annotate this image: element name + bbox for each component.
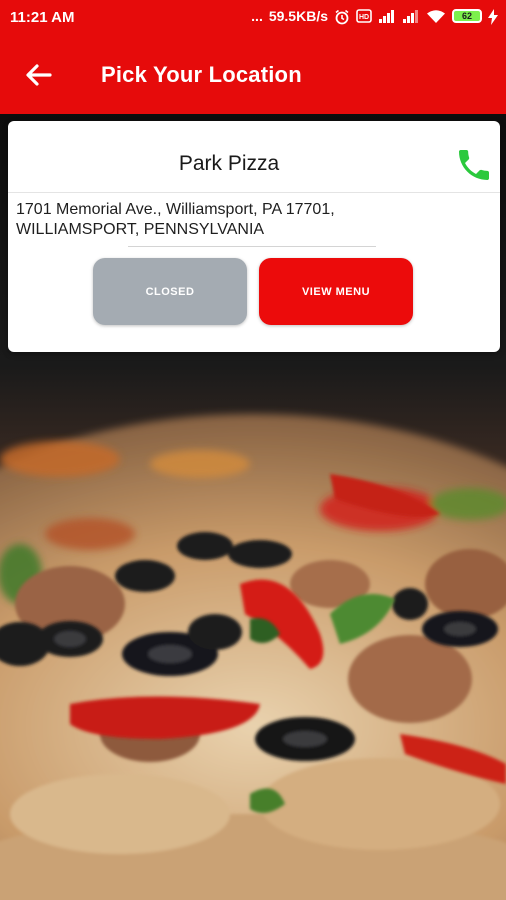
svg-text:HD: HD: [359, 14, 369, 21]
divider: [128, 246, 376, 247]
wifi-icon: [426, 9, 446, 23]
battery-icon: 62: [452, 9, 482, 23]
app-bar: Pick Your Location: [0, 36, 506, 114]
battery-level: 62: [461, 11, 472, 21]
page-title: Pick Your Location: [101, 62, 302, 87]
back-button[interactable]: [22, 58, 56, 92]
address-line-1: 1701 Memorial Ave., Williamsport, PA 177…: [16, 201, 335, 218]
network-speed: 59.5KB/s: [268, 8, 328, 24]
status-icons: ... 59.5KB/s HD 62: [251, 8, 498, 25]
store-address: 1701 Memorial Ave., Williamsport, PA 177…: [16, 200, 486, 240]
address-line-2: WILLIAMSPORT, PENNSYLVANIA: [16, 221, 265, 238]
store-name: Park Pizza: [178, 152, 280, 175]
view-menu-button[interactable]: VIEW MENU: [259, 258, 413, 325]
closed-button[interactable]: CLOSED: [93, 258, 247, 325]
arrow-left-icon: [22, 64, 56, 96]
signal-icon: [402, 9, 420, 23]
status-time: 11:21 AM: [10, 9, 75, 26]
status-dots: ...: [251, 8, 263, 24]
status-bar: 11:21 AM ... 59.5KB/s HD 62: [0, 0, 506, 36]
alarm-icon: [334, 9, 350, 25]
location-card: Park Pizza 1701 Memorial Ave., Williamsp…: [8, 121, 500, 352]
charging-icon: [488, 9, 498, 25]
volte-icon: HD: [356, 9, 372, 23]
call-button[interactable]: [454, 145, 494, 185]
signal-icon: [378, 9, 396, 23]
phone-icon: [454, 150, 494, 189]
divider: [8, 192, 500, 193]
screen: 11:21 AM ... 59.5KB/s HD 62 Pick Your Lo…: [0, 0, 506, 900]
